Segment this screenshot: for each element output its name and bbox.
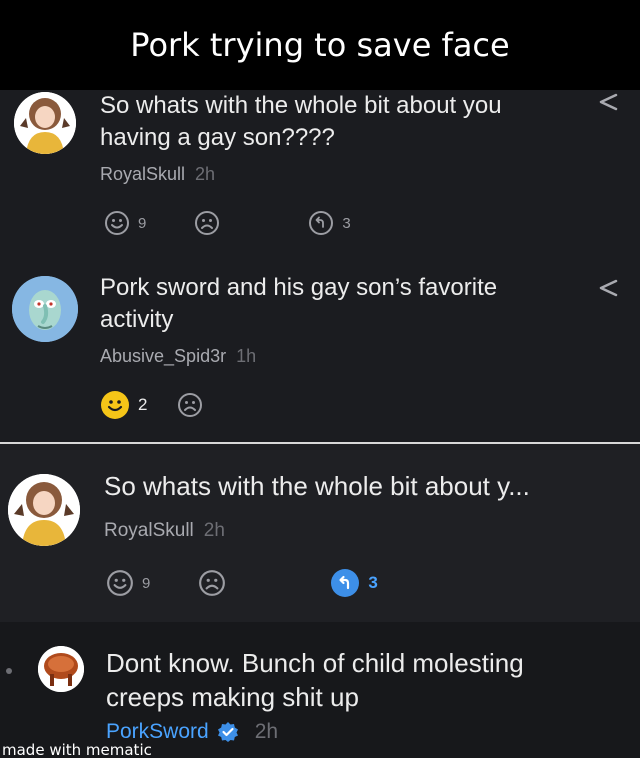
- timestamp: 1h: [236, 346, 257, 366]
- dislike-button[interactable]: [194, 210, 220, 236]
- timestamp: 2h: [195, 164, 216, 184]
- timestamp: 2h: [254, 720, 279, 743]
- comment-text: Pork sword and his gay son’s favorite ac…: [100, 272, 497, 336]
- comment-text-line: So whats with the whole bit about you: [100, 92, 502, 119]
- comment-actions: 9 3: [106, 568, 378, 598]
- meme-caption: Pork trying to save face: [0, 0, 640, 90]
- verified-badge-icon: [217, 722, 238, 742]
- frown-icon: [199, 570, 226, 596]
- comment-text-line: activity: [100, 306, 174, 333]
- avatar[interactable]: [12, 276, 78, 342]
- share-icon[interactable]: [596, 278, 620, 298]
- comment-card: Pork sword and his gay son’s favorite ac…: [0, 274, 640, 442]
- avatar[interactable]: [14, 92, 76, 154]
- like-button[interactable]: 9: [106, 569, 150, 597]
- watermark: made with mematic: [2, 741, 152, 758]
- timestamp: 2h: [203, 520, 225, 541]
- username[interactable]: RoyalSkull: [100, 164, 185, 185]
- comment-meta: Abusive_Spid3r 1h: [100, 346, 256, 367]
- frown-icon: [195, 211, 220, 235]
- comments-panel-bottom: So whats with the whole bit about y... R…: [0, 444, 640, 758]
- reply-count: 3: [368, 573, 378, 592]
- comment-text: So whats with the whole bit about you ha…: [100, 90, 502, 154]
- like-count: 9: [138, 214, 147, 232]
- avatar[interactable]: [8, 474, 80, 546]
- like-button[interactable]: 9: [104, 210, 146, 236]
- reply-icon: [331, 569, 360, 597]
- username[interactable]: Abusive_Spid3r: [100, 346, 226, 367]
- smile-icon: [105, 211, 129, 235]
- frown-icon: [178, 393, 203, 417]
- reply-text-line: creeps making shit up: [106, 682, 359, 712]
- reply-count: 3: [342, 214, 351, 232]
- dislike-button[interactable]: [198, 569, 226, 597]
- comment-actions: 2: [100, 390, 203, 420]
- reply-text-line: Dont know. Bunch of child molesting: [106, 648, 524, 678]
- caption-text: Pork trying to save face: [130, 26, 510, 64]
- comment-meta: RoyalSkull 2h: [100, 164, 215, 185]
- comment-text: So whats with the whole bit about y...: [104, 471, 530, 501]
- comment-card: So whats with the whole bit about y... R…: [0, 444, 640, 622]
- dislike-button[interactable]: [177, 392, 203, 418]
- share-icon[interactable]: [596, 92, 620, 112]
- smile-icon: [107, 570, 133, 596]
- reply-text: Dont know. Bunch of child molesting cree…: [106, 646, 524, 714]
- comments-panel-top: So whats with the whole bit about you ha…: [0, 90, 640, 442]
- like-count: 9: [142, 574, 151, 592]
- username[interactable]: RoyalSkull: [104, 520, 194, 542]
- reply-icon: [309, 211, 334, 235]
- comment-card: So whats with the whole bit about you ha…: [0, 90, 640, 258]
- thread-dot: [6, 668, 12, 674]
- reply-button[interactable]: 3: [330, 568, 378, 598]
- like-count: 2: [138, 395, 148, 414]
- comment-text-line: Pork sword and his gay son’s favorite: [100, 274, 498, 301]
- like-button[interactable]: 2: [100, 390, 147, 420]
- avatar[interactable]: [38, 646, 84, 692]
- comment-meta: RoyalSkull 2h: [104, 520, 225, 542]
- smile-icon: [101, 391, 129, 419]
- comment-actions: 9 3: [104, 210, 351, 236]
- comment-text-line: having a gay son????: [100, 124, 335, 151]
- reply-card: Dont know. Bunch of child molesting cree…: [0, 622, 640, 758]
- reply-button[interactable]: 3: [308, 210, 351, 236]
